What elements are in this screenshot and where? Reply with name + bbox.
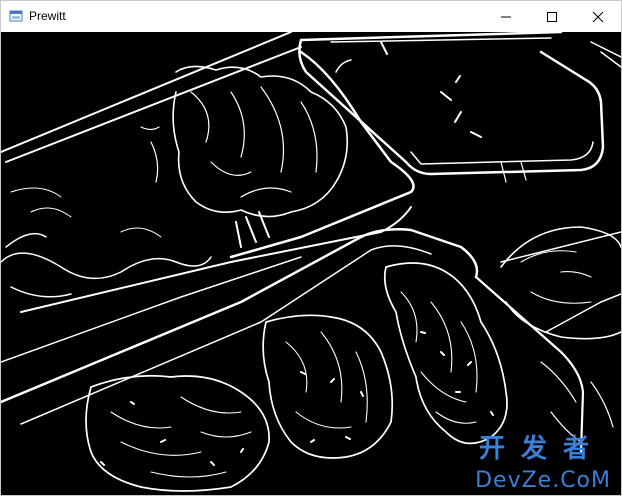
maximize-icon [547, 11, 557, 22]
close-icon [592, 11, 604, 22]
edge-image [1, 32, 621, 492]
maximize-button[interactable] [529, 1, 575, 32]
app-window-icon [9, 10, 23, 22]
edge-detection-output: 开发者 DevZe.CoM [1, 32, 621, 495]
watermark-cn: 开发者 [478, 434, 605, 464]
minimize-icon [501, 16, 511, 17]
close-button[interactable] [575, 1, 621, 32]
title-bar[interactable]: Prewitt [1, 1, 621, 32]
minimize-button[interactable] [483, 1, 529, 32]
app-window: Prewitt 开发者 DevZe.CoM [0, 0, 622, 496]
window-title: Prewitt [29, 9, 66, 23]
watermark-en: DevZe.CoM [475, 468, 611, 493]
